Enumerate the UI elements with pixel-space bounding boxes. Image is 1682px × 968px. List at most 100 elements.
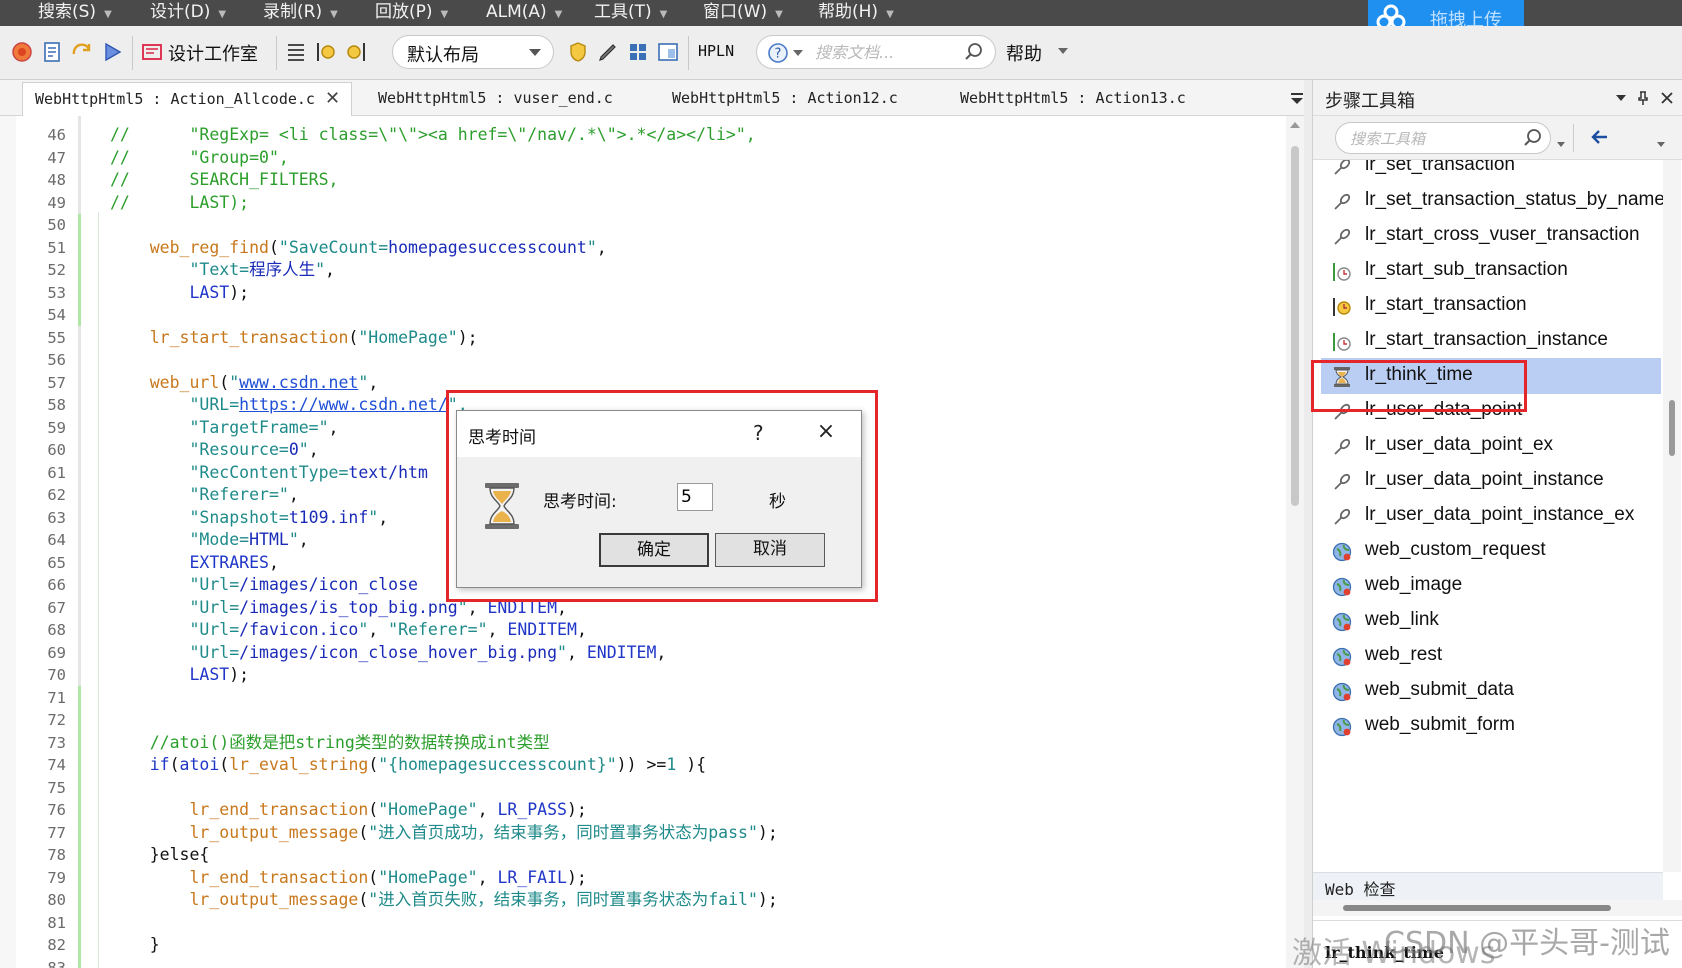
- toolbox-item[interactable]: web_link: [1321, 603, 1661, 639]
- script-icon[interactable]: [40, 40, 64, 64]
- toolbox-scrollbar[interactable]: [1663, 160, 1681, 872]
- code-token: "HomePage": [358, 327, 458, 347]
- shield-icon[interactable]: [566, 40, 590, 64]
- toolbox-hscroll-thumb[interactable]: [1343, 905, 1611, 911]
- steps-list-icon[interactable]: [284, 40, 308, 64]
- globe-icon: [1331, 646, 1353, 668]
- code-token: "Referer=": [388, 620, 488, 639]
- code-token: /images/icon_close: [239, 575, 418, 594]
- transaction-start-icon[interactable]: [314, 40, 338, 64]
- toolbox-item[interactable]: web_custom_request: [1321, 533, 1661, 569]
- layout-select[interactable]: 默认布局: [392, 35, 554, 69]
- menu-record[interactable]: 录制(R) ▼: [263, 0, 338, 26]
- tabs-overflow-icon[interactable]: [1290, 92, 1304, 106]
- code-token: atoi: [179, 755, 220, 774]
- window-layout-icon[interactable]: [656, 40, 680, 64]
- menu-replay[interactable]: 回放(P) ▼: [375, 0, 448, 26]
- toolbox-scroll-thumb[interactable]: [1669, 400, 1675, 456]
- toolbox-item[interactable]: lr_start_transaction: [1321, 288, 1661, 324]
- code-token: ENDITEM: [586, 642, 657, 662]
- code-line: // SEARCH_FILTERS,: [110, 169, 778, 192]
- record-icon[interactable]: [10, 40, 34, 64]
- editor-scroll-thumb[interactable]: [1291, 146, 1299, 506]
- line-number: 60: [47, 441, 66, 459]
- design-studio-icon[interactable]: [140, 40, 164, 64]
- code-token: ": [358, 372, 369, 392]
- grid-icon[interactable]: [626, 40, 650, 64]
- scroll-up-icon[interactable]: [1290, 122, 1300, 128]
- toolbox-item[interactable]: web_submit_form: [1321, 708, 1661, 744]
- toolbox-item[interactable]: lr_user_data_point_ex: [1321, 428, 1661, 464]
- chevron-down-icon[interactable]: [1557, 142, 1565, 147]
- replay-loop-icon[interactable]: [70, 40, 94, 64]
- chevron-down-icon: ▼: [218, 9, 227, 20]
- ok-button[interactable]: 确定: [599, 533, 709, 567]
- toolbox-search-input[interactable]: [1350, 128, 1510, 150]
- toolbox-item[interactable]: lr_start_cross_vuser_transaction: [1321, 218, 1661, 254]
- line-number: 63: [47, 508, 66, 527]
- help-button[interactable]: ?: [753, 421, 764, 445]
- toolbox-item-label: lr_start_sub_transaction: [1365, 259, 1568, 280]
- toolbox-hscrollbar[interactable]: [1313, 900, 1682, 916]
- code-token: "Mode=: [110, 530, 250, 549]
- toolbox-item[interactable]: lr_start_transaction_instance: [1321, 323, 1661, 359]
- toolbox-item[interactable]: web_rest: [1321, 638, 1661, 674]
- code-line: // "RegExp= <li class=\"\"><a href=\"/na…: [110, 124, 778, 147]
- code-token: ": [368, 507, 379, 527]
- chevron-down-icon[interactable]: [1613, 90, 1629, 106]
- arrow-left-icon[interactable]: [1589, 126, 1611, 148]
- tab-action13[interactable]: WebHttpHtml5 : Action13.c: [948, 82, 1218, 116]
- cancel-button[interactable]: 取消: [715, 533, 825, 567]
- search-icon[interactable]: [963, 41, 985, 63]
- chevron-down-icon[interactable]: [1657, 142, 1665, 147]
- chevron-down-icon[interactable]: [1058, 48, 1068, 54]
- toolbox-item[interactable]: lr_set_transaction_status_by_name: [1321, 183, 1663, 219]
- close-button[interactable]: ×: [813, 419, 839, 445]
- think-time-input[interactable]: [677, 483, 713, 511]
- toolbox-item[interactable]: lr_start_sub_transaction: [1321, 253, 1661, 289]
- design-studio-button[interactable]: 设计工作室: [168, 40, 258, 66]
- code-token: "Text=: [110, 260, 250, 279]
- hpln-button[interactable]: HPLN: [698, 42, 734, 60]
- toolbox-item[interactable]: lr_user_data_point_instance_ex: [1321, 498, 1661, 534]
- tab-vuser-end[interactable]: WebHttpHtml5 : vuser_end.c: [366, 82, 636, 116]
- pin-icon[interactable]: [1635, 90, 1651, 106]
- code-token: 程序人生: [249, 260, 316, 279]
- toolbox-group-web-check[interactable]: Web 检查: [1313, 872, 1663, 900]
- menu-design[interactable]: 设计(D) ▼: [150, 0, 226, 26]
- search-icon[interactable]: [1522, 127, 1544, 149]
- doc-search-input[interactable]: [815, 41, 955, 63]
- code-token: web_url: [110, 372, 220, 392]
- tab-action12[interactable]: WebHttpHtml5 : Action12.c: [660, 82, 930, 116]
- tab-action-allcode[interactable]: WebHttpHtml5 : Action_Allcode.c ✕: [22, 82, 352, 116]
- menu-alm[interactable]: ALM(A) ▼: [486, 0, 562, 26]
- code-token: "Url=: [110, 642, 240, 662]
- menu-help[interactable]: 帮助(H) ▼: [818, 0, 894, 26]
- toolbox-item[interactable]: lr_set_transaction: [1321, 160, 1661, 184]
- editor-scrollbar[interactable]: [1286, 116, 1304, 968]
- play-icon[interactable]: [100, 40, 124, 64]
- toolbox-item[interactable]: lr_user_data_point_instance: [1321, 463, 1661, 499]
- transaction-end-icon[interactable]: [344, 40, 368, 64]
- panel-splitter[interactable]: [1304, 80, 1312, 968]
- line-number: 52: [47, 261, 66, 279]
- line-numbers: 46 47 48 49 50 51 52 53 54 55 56 57 58 59 60 61 62 63 64 65…: [16, 124, 72, 968]
- code-token: //atoi()函数是把string类型的数据转换成int类型: [110, 732, 550, 752]
- chevron-down-icon[interactable]: [793, 50, 803, 56]
- chevron-down-icon: [529, 49, 541, 56]
- close-icon[interactable]: [1659, 90, 1675, 106]
- toolbox-item[interactable]: web_submit_data: [1321, 673, 1661, 709]
- menu-search[interactable]: 搜索(S) ▼: [38, 0, 112, 26]
- toolbox-item-label: lr_start_transaction_instance: [1365, 329, 1608, 350]
- code-line: "Url=/images/icon_close_hover_big.png", …: [110, 642, 778, 665]
- line-number: 47: [47, 148, 66, 167]
- menu-window[interactable]: 窗口(W) ▼: [703, 0, 783, 26]
- menu-tools[interactable]: 工具(T) ▼: [594, 0, 667, 26]
- close-icon[interactable]: ✕: [325, 88, 340, 109]
- help-circle-icon[interactable]: ?: [767, 42, 789, 64]
- toolbox-item[interactable]: web_image: [1321, 568, 1661, 604]
- pen-icon[interactable]: [596, 40, 620, 64]
- indent-guide: [98, 212, 99, 968]
- help-button[interactable]: 帮助: [1006, 40, 1042, 66]
- link-icon: [1331, 471, 1353, 493]
